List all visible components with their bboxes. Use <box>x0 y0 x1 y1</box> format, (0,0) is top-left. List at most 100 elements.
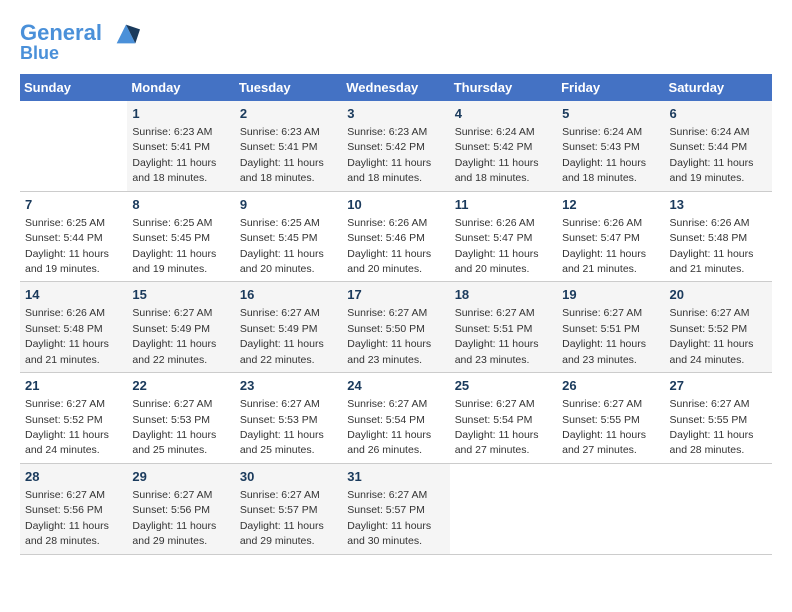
day-info: Sunrise: 6:27 AM Sunset: 5:50 PM Dayligh… <box>347 307 431 365</box>
calendar-cell: 23 Sunrise: 6:27 AM Sunset: 5:53 PM Dayli… <box>235 373 342 464</box>
week-row-5: 28 Sunrise: 6:27 AM Sunset: 5:56 PM Dayli… <box>20 463 772 554</box>
calendar-cell: 2 Sunrise: 6:23 AM Sunset: 5:41 PM Daylig… <box>235 101 342 191</box>
calendar-cell: 27 Sunrise: 6:27 AM Sunset: 5:55 PM Dayli… <box>665 373 772 464</box>
day-number: 8 <box>132 196 229 214</box>
day-number: 14 <box>25 286 122 304</box>
day-info: Sunrise: 6:23 AM Sunset: 5:42 PM Dayligh… <box>347 126 431 184</box>
day-info: Sunrise: 6:23 AM Sunset: 5:41 PM Dayligh… <box>240 126 324 184</box>
calendar-cell: 4 Sunrise: 6:24 AM Sunset: 5:42 PM Daylig… <box>450 101 557 191</box>
calendar-cell: 15 Sunrise: 6:27 AM Sunset: 5:49 PM Dayli… <box>127 282 234 373</box>
calendar-cell: 5 Sunrise: 6:24 AM Sunset: 5:43 PM Daylig… <box>557 101 664 191</box>
calendar-cell: 30 Sunrise: 6:27 AM Sunset: 5:57 PM Dayli… <box>235 463 342 554</box>
day-info: Sunrise: 6:26 AM Sunset: 5:48 PM Dayligh… <box>670 217 754 275</box>
day-info: Sunrise: 6:27 AM Sunset: 5:57 PM Dayligh… <box>240 489 324 547</box>
calendar-cell <box>665 463 772 554</box>
day-number: 29 <box>132 468 229 486</box>
week-row-3: 14 Sunrise: 6:26 AM Sunset: 5:48 PM Dayli… <box>20 282 772 373</box>
calendar-cell: 12 Sunrise: 6:26 AM Sunset: 5:47 PM Dayli… <box>557 191 664 282</box>
calendar-cell: 1Sunrise: 6:23 AM Sunset: 5:41 PM Daylig… <box>127 101 234 191</box>
day-info: Sunrise: 6:27 AM Sunset: 5:54 PM Dayligh… <box>347 398 431 456</box>
day-number: 28 <box>25 468 122 486</box>
day-number: 26 <box>562 377 659 395</box>
calendar-cell: 24Sunrise: 6:27 AM Sunset: 5:54 PM Dayli… <box>342 373 449 464</box>
day-number: 6 <box>670 105 767 123</box>
calendar-cell: 22 Sunrise: 6:27 AM Sunset: 5:53 PM Dayli… <box>127 373 234 464</box>
calendar-cell: 25 Sunrise: 6:27 AM Sunset: 5:54 PM Dayli… <box>450 373 557 464</box>
day-number: 18 <box>455 286 552 304</box>
day-number: 2 <box>240 105 337 123</box>
calendar-cell: 29 Sunrise: 6:27 AM Sunset: 5:56 PM Dayli… <box>127 463 234 554</box>
day-info: Sunrise: 6:27 AM Sunset: 5:52 PM Dayligh… <box>670 307 754 365</box>
calendar-cell: 26 Sunrise: 6:27 AM Sunset: 5:55 PM Dayli… <box>557 373 664 464</box>
calendar-cell <box>450 463 557 554</box>
day-info: Sunrise: 6:27 AM Sunset: 5:55 PM Dayligh… <box>670 398 754 456</box>
day-info: Sunrise: 6:27 AM Sunset: 5:53 PM Dayligh… <box>240 398 324 456</box>
day-number: 4 <box>455 105 552 123</box>
weekday-header-monday: Monday <box>127 74 234 101</box>
calendar-cell: 19 Sunrise: 6:27 AM Sunset: 5:51 PM Dayli… <box>557 282 664 373</box>
calendar-cell: 9Sunrise: 6:25 AM Sunset: 5:45 PM Daylig… <box>235 191 342 282</box>
calendar-cell: 7 Sunrise: 6:25 AM Sunset: 5:44 PM Daylig… <box>20 191 127 282</box>
day-number: 27 <box>670 377 767 395</box>
day-info: Sunrise: 6:27 AM Sunset: 5:57 PM Dayligh… <box>347 489 431 547</box>
calendar-cell: 14 Sunrise: 6:26 AM Sunset: 5:48 PM Dayli… <box>20 282 127 373</box>
calendar-cell: 21Sunrise: 6:27 AM Sunset: 5:52 PM Dayli… <box>20 373 127 464</box>
calendar-cell: 6Sunrise: 6:24 AM Sunset: 5:44 PM Daylig… <box>665 101 772 191</box>
weekday-header-row: SundayMondayTuesdayWednesdayThursdayFrid… <box>20 74 772 101</box>
page-header: General Blue <box>20 20 772 64</box>
day-number: 13 <box>670 196 767 214</box>
day-info: Sunrise: 6:24 AM Sunset: 5:42 PM Dayligh… <box>455 126 539 184</box>
weekday-header-tuesday: Tuesday <box>235 74 342 101</box>
day-number: 17 <box>347 286 444 304</box>
day-number: 30 <box>240 468 337 486</box>
day-number: 16 <box>240 286 337 304</box>
day-number: 15 <box>132 286 229 304</box>
day-info: Sunrise: 6:25 AM Sunset: 5:45 PM Dayligh… <box>240 217 324 275</box>
day-info: Sunrise: 6:27 AM Sunset: 5:54 PM Dayligh… <box>455 398 539 456</box>
calendar-cell: 28 Sunrise: 6:27 AM Sunset: 5:56 PM Dayli… <box>20 463 127 554</box>
calendar-cell: 16 Sunrise: 6:27 AM Sunset: 5:49 PM Dayli… <box>235 282 342 373</box>
day-number: 23 <box>240 377 337 395</box>
day-number: 22 <box>132 377 229 395</box>
week-row-2: 7 Sunrise: 6:25 AM Sunset: 5:44 PM Daylig… <box>20 191 772 282</box>
calendar-table: SundayMondayTuesdayWednesdayThursdayFrid… <box>20 74 772 555</box>
calendar-cell <box>557 463 664 554</box>
day-number: 7 <box>25 196 122 214</box>
day-number: 25 <box>455 377 552 395</box>
day-info: Sunrise: 6:24 AM Sunset: 5:43 PM Dayligh… <box>562 126 646 184</box>
day-number: 5 <box>562 105 659 123</box>
day-number: 19 <box>562 286 659 304</box>
logo: General Blue <box>20 20 140 64</box>
day-number: 21 <box>25 377 122 395</box>
day-number: 31 <box>347 468 444 486</box>
day-info: Sunrise: 6:27 AM Sunset: 5:51 PM Dayligh… <box>562 307 646 365</box>
weekday-header-sunday: Sunday <box>20 74 127 101</box>
day-number: 12 <box>562 196 659 214</box>
day-info: Sunrise: 6:27 AM Sunset: 5:49 PM Dayligh… <box>132 307 216 365</box>
day-number: 11 <box>455 196 552 214</box>
day-number: 3 <box>347 105 444 123</box>
day-info: Sunrise: 6:25 AM Sunset: 5:45 PM Dayligh… <box>132 217 216 275</box>
day-number: 10 <box>347 196 444 214</box>
calendar-cell <box>20 101 127 191</box>
calendar-cell: 17 Sunrise: 6:27 AM Sunset: 5:50 PM Dayli… <box>342 282 449 373</box>
calendar-cell: 10 Sunrise: 6:26 AM Sunset: 5:46 PM Dayli… <box>342 191 449 282</box>
day-number: 20 <box>670 286 767 304</box>
week-row-1: 1Sunrise: 6:23 AM Sunset: 5:41 PM Daylig… <box>20 101 772 191</box>
day-info: Sunrise: 6:27 AM Sunset: 5:49 PM Dayligh… <box>240 307 324 365</box>
day-info: Sunrise: 6:25 AM Sunset: 5:44 PM Dayligh… <box>25 217 109 275</box>
calendar-cell: 3 Sunrise: 6:23 AM Sunset: 5:42 PM Daylig… <box>342 101 449 191</box>
day-info: Sunrise: 6:27 AM Sunset: 5:56 PM Dayligh… <box>132 489 216 547</box>
calendar-cell: 18 Sunrise: 6:27 AM Sunset: 5:51 PM Dayli… <box>450 282 557 373</box>
day-info: Sunrise: 6:27 AM Sunset: 5:55 PM Dayligh… <box>562 398 646 456</box>
day-info: Sunrise: 6:26 AM Sunset: 5:47 PM Dayligh… <box>562 217 646 275</box>
day-info: Sunrise: 6:27 AM Sunset: 5:53 PM Dayligh… <box>132 398 216 456</box>
calendar-cell: 13 Sunrise: 6:26 AM Sunset: 5:48 PM Dayli… <box>665 191 772 282</box>
calendar-cell: 11Sunrise: 6:26 AM Sunset: 5:47 PM Dayli… <box>450 191 557 282</box>
day-info: Sunrise: 6:26 AM Sunset: 5:46 PM Dayligh… <box>347 217 431 275</box>
day-info: Sunrise: 6:27 AM Sunset: 5:51 PM Dayligh… <box>455 307 539 365</box>
day-info: Sunrise: 6:27 AM Sunset: 5:56 PM Dayligh… <box>25 489 109 547</box>
day-info: Sunrise: 6:26 AM Sunset: 5:48 PM Dayligh… <box>25 307 109 365</box>
weekday-header-saturday: Saturday <box>665 74 772 101</box>
calendar-cell: 8 Sunrise: 6:25 AM Sunset: 5:45 PM Daylig… <box>127 191 234 282</box>
